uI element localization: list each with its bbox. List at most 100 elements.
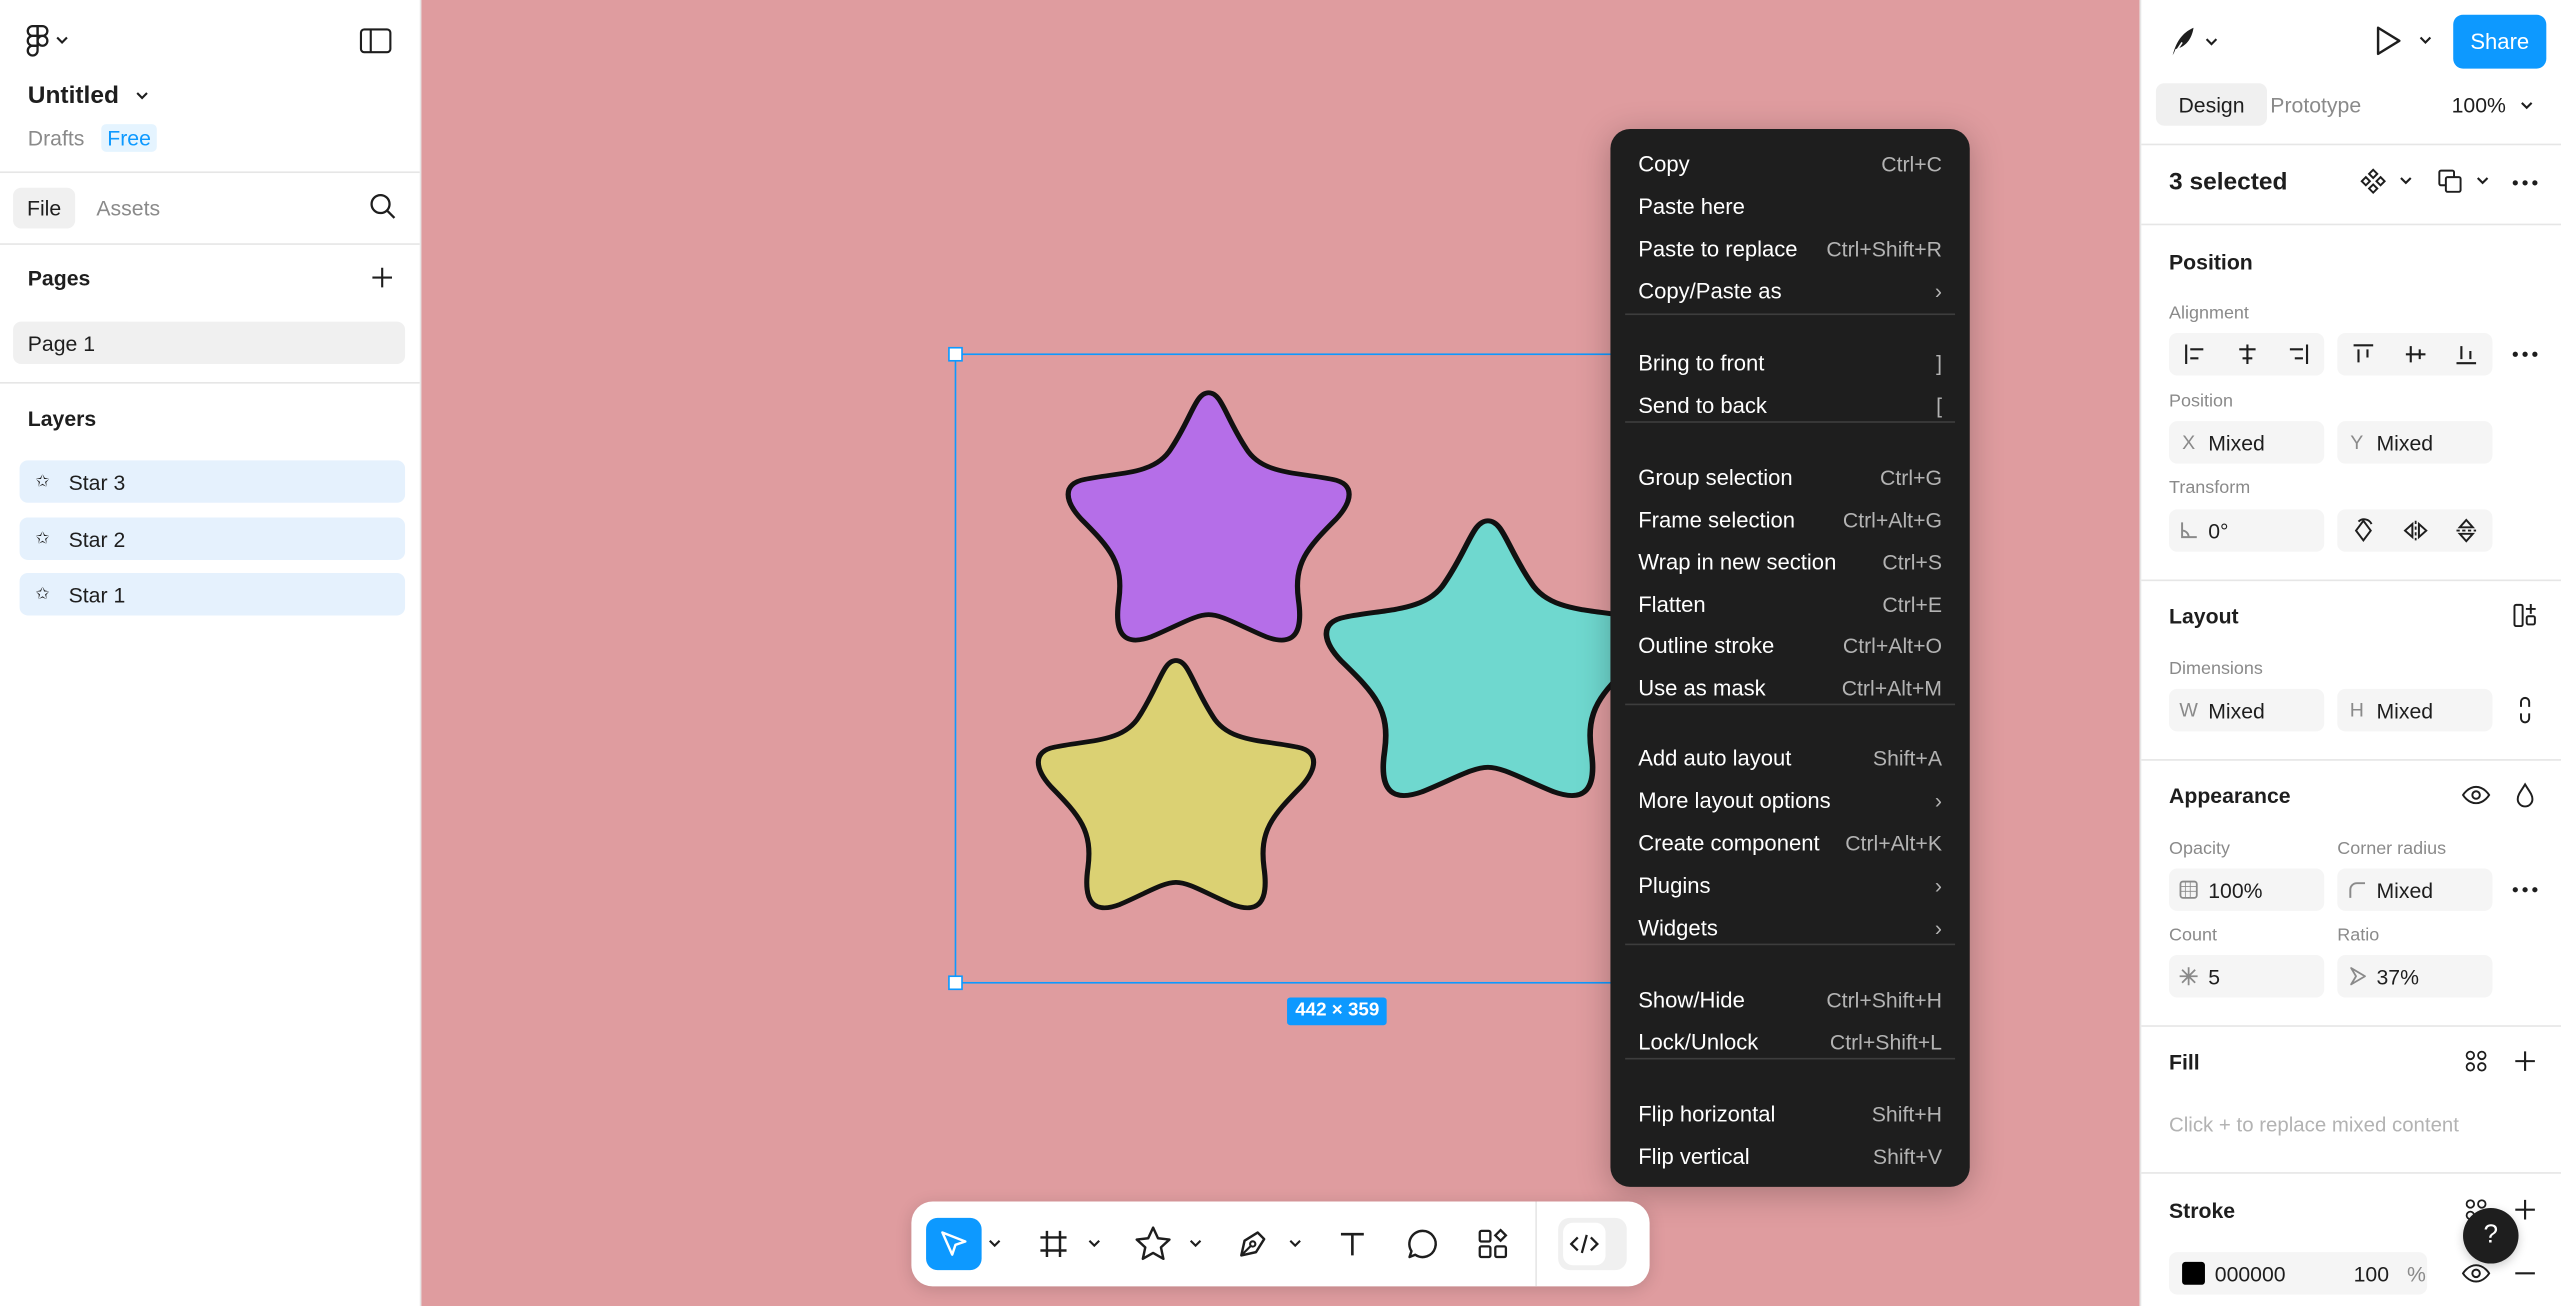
avatar[interactable] [2169,23,2225,62]
stroke-color-field[interactable]: 000000 100 % [2169,1252,2428,1295]
context-menu-item[interactable]: Create component Ctrl+Alt+K [1610,823,1969,862]
menu-item-label: Plugins [1638,872,1711,898]
frame-tool-button[interactable] [1029,1218,1078,1270]
search-button[interactable] [369,193,397,221]
tab-assets[interactable]: Assets [96,196,160,220]
flip-vertical-button[interactable] [2441,509,2493,551]
star-shape[interactable] [1038,661,1313,908]
rotate-button[interactable] [2337,509,2389,551]
plus-icon [2515,1051,2535,1071]
selection-handle[interactable] [948,975,963,991]
context-menu-item[interactable]: Flip vertical Shift+V [1610,1136,1969,1175]
more-options-button[interactable] [2504,162,2546,204]
blend-mode-button[interactable] [2504,774,2546,816]
height-field[interactable]: H Mixed [2337,688,2493,732]
align-middle-button[interactable] [2389,333,2441,375]
context-menu-item[interactable]: Wrap in new section Ctrl+S [1610,542,1969,581]
corner-radius-field[interactable]: Mixed [2337,868,2493,911]
frame-tool-menu[interactable] [1085,1218,1105,1270]
stroke-opacity-value[interactable]: 100 [2354,1261,2389,1285]
toggle-sidebar-button[interactable] [359,26,392,55]
actions-tool-button[interactable] [1468,1218,1517,1270]
context-menu-item[interactable]: Add auto layout Shift+A [1610,738,1969,777]
add-page-button[interactable] [371,266,394,289]
zoom-menu[interactable]: 100% [2452,93,2534,118]
width-field[interactable]: W Mixed [2169,688,2325,732]
context-menu-item[interactable]: Copy Ctrl+C [1610,144,1969,183]
tab-file[interactable]: File [13,187,76,229]
context-menu-item[interactable]: Frame selection Ctrl+Alt+G [1610,500,1969,539]
constrain-proportions-button[interactable] [2504,689,2546,731]
selection-handle[interactable] [948,346,963,362]
alignment-more-button[interactable] [2504,333,2546,375]
ratio-field[interactable]: 37% [2337,955,2493,998]
y-position-field[interactable]: Y Mixed [2337,421,2493,464]
context-menu-item[interactable]: Flatten Ctrl+E [1610,584,1969,623]
context-menu-item[interactable]: Bring to front] [1610,343,1969,382]
layer-row[interactable]: ✩ Star 1 [19,573,406,616]
context-menu-item[interactable]: Plugins › [1610,865,1969,904]
drafts-link[interactable]: Drafts [28,126,85,150]
present-button[interactable] [2373,24,2432,57]
page-item[interactable]: Page 1 [13,321,406,365]
star-icon: ✩ [35,529,50,548]
align-left-button[interactable] [2169,333,2221,375]
context-menu-item[interactable]: Use as mask Ctrl+Alt+M [1610,668,1969,707]
text-tool-button[interactable] [1328,1218,1377,1270]
pen-tool-menu[interactable] [1285,1218,1305,1270]
comment-tool-button[interactable] [1398,1218,1447,1270]
fill-styles-button[interactable] [2455,1040,2497,1082]
menu-item-shortcut: Ctrl+C [1881,151,1942,176]
appearance-more-button[interactable] [2504,868,2546,910]
star-shape[interactable] [1326,521,1649,796]
shape-tool-menu[interactable] [1186,1218,1206,1270]
stroke-color-swatch[interactable] [2182,1261,2205,1285]
tab-prototype[interactable]: Prototype [2270,93,2361,117]
context-menu-item[interactable]: Outline stroke Ctrl+Alt+O [1610,625,1969,664]
align-center-h-button[interactable] [2221,333,2273,375]
plan-badge[interactable]: Free [100,124,158,152]
menu-item-shortcut: Ctrl+Alt+K [1845,830,1942,855]
align-top-button[interactable] [2337,333,2389,375]
context-menu-item[interactable]: Send to back [ [1610,385,1969,424]
move-tool-button[interactable] [926,1217,982,1271]
layer-row[interactable]: ✩ Star 2 [19,517,406,560]
context-menu-item[interactable]: Group selection Ctrl+G [1610,457,1969,496]
boolean-menu[interactable] [2437,168,2489,194]
count-field[interactable]: 5 [2169,955,2325,998]
star-shape[interactable] [1068,393,1349,640]
x-position-field[interactable]: X Mixed [2169,421,2325,464]
remove-stroke-button[interactable] [2504,1252,2546,1294]
shape-tool-button[interactable] [1129,1218,1178,1270]
main-menu-button[interactable] [26,23,78,59]
context-menu-item[interactable]: Widgets › [1610,908,1969,947]
context-menu-item[interactable]: More layout options › [1610,780,1969,819]
context-menu-item[interactable]: Show/Hide Ctrl+Shift+H [1610,980,1969,1019]
context-menu-item[interactable]: Copy/Paste as › [1610,271,1969,310]
context-menu-item[interactable]: Lock/Unlock Ctrl+Shift+L [1610,1022,1969,1061]
rotation-field[interactable]: 0° [2169,509,2325,552]
context-menu-item[interactable]: Flip horizontal Shift+H [1610,1094,1969,1133]
layer-row[interactable]: ✩ Star 3 [19,460,406,503]
context-menu-item[interactable]: Paste here [1610,186,1969,225]
dev-mode-toggle[interactable] [1558,1217,1627,1271]
share-button[interactable]: Share [2453,14,2547,69]
align-bottom-button[interactable] [2441,333,2493,375]
add-fill-button[interactable] [2504,1040,2546,1082]
flip-horizontal-button[interactable] [2389,509,2441,551]
file-title[interactable]: Untitled [28,82,149,109]
opacity-field[interactable]: 100% [2169,868,2325,911]
tab-design[interactable]: Design [2155,83,2268,126]
move-tool-menu[interactable] [985,1218,1005,1270]
visibility-button[interactable] [2455,774,2497,816]
help-button[interactable]: ? [2463,1208,2519,1264]
horizontal-align-group [2169,333,2325,376]
component-menu[interactable] [2360,168,2412,195]
align-right-button[interactable] [2272,333,2324,375]
menu-item-label: Flip vertical [1638,1143,1750,1169]
pen-tool-button[interactable] [1228,1218,1277,1270]
frame-icon [1040,1230,1067,1258]
context-menu-item[interactable]: Paste to replace Ctrl+Shift+R [1610,229,1969,268]
left-panel: Untitled Drafts Free File Assets Pages P… [0,0,422,1306]
auto-layout-button[interactable] [2504,594,2546,636]
